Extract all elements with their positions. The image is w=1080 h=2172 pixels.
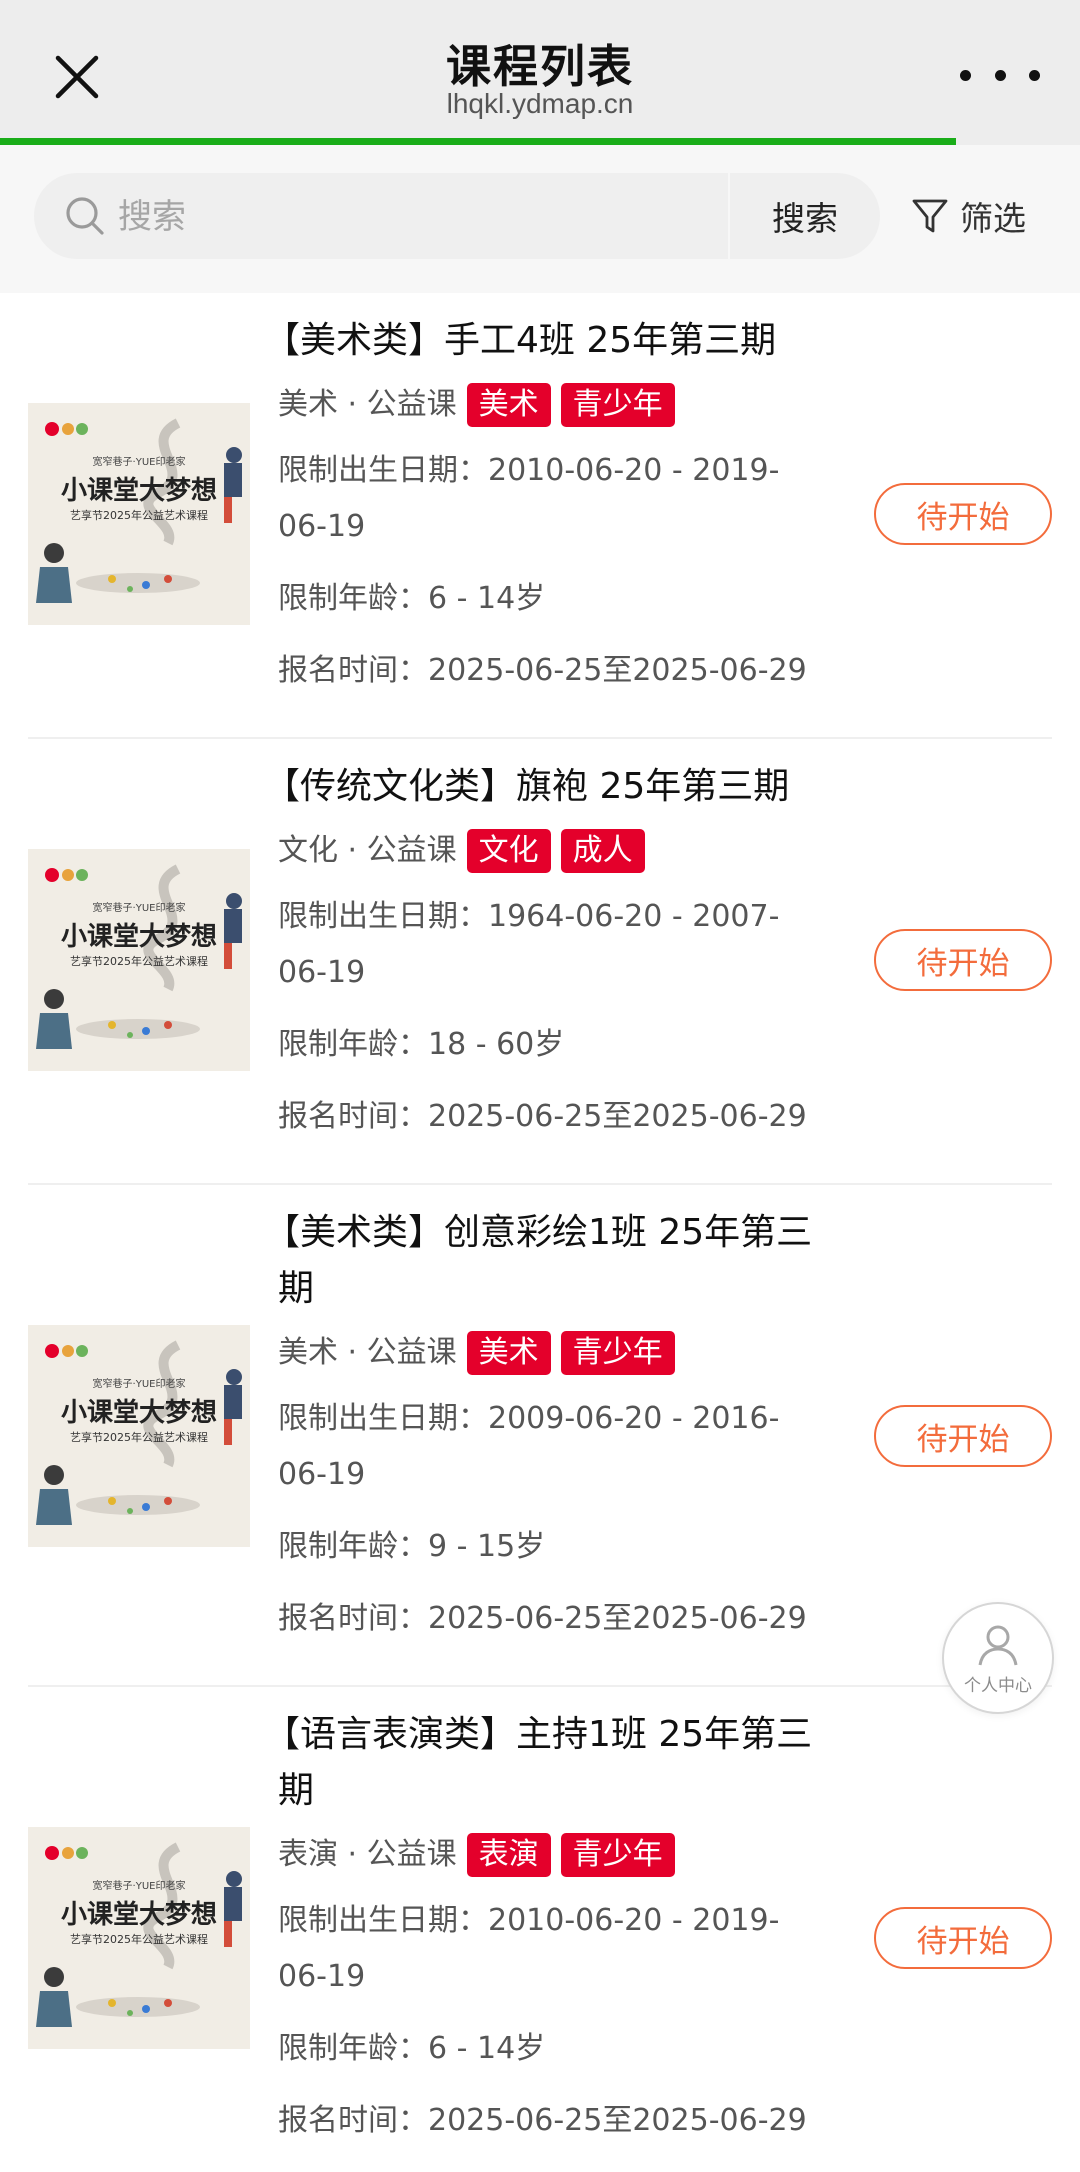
course-card[interactable]: 宽窄巷子·YUE印老家 小课堂大梦想 艺享节2025年公益艺术课程 【传统文化类… (28, 739, 1052, 1185)
poster-sub-text: 艺享节2025年公益艺术课程 (70, 508, 208, 522)
course-card[interactable]: 宽窄巷子·YUE印老家 小课堂大梦想 艺享节2025年公益艺术课程 【美术类】创… (28, 1185, 1052, 1687)
birth-date-limit-line: 06-19 (278, 509, 366, 544)
search-box: 搜索 (34, 173, 880, 259)
birth-date-limit-line: 限制出生日期：1964-06-20 - 2007- (278, 899, 780, 934)
course-category: 表演 · 公益课 (278, 1837, 457, 1872)
course-info: 【美术类】创意彩绘1班 25年第三 期 美术 · 公益课 美术 青少年 限制出生… (264, 1185, 878, 1683)
user-icon (978, 1625, 1018, 1665)
status-button[interactable]: 待开始 (874, 1907, 1052, 1969)
poster-sub-text: 艺享节2025年公益艺术课程 (70, 1430, 208, 1444)
course-card[interactable]: 宽窄巷子·YUE印老家 小课堂大梦想 艺享节2025年公益艺术课程 【语言表演类… (28, 1687, 1052, 2172)
personal-center-button[interactable]: 个人中心 (942, 1602, 1054, 1714)
birth-date-limit-line: 06-19 (278, 1959, 366, 1994)
poster-big-text: 小课堂大梦想 (61, 1900, 217, 1930)
birth-date-limit: 限制出生日期：1964-06-20 - 2007- 06-19 (278, 889, 878, 1001)
age-limit: 限制年龄：9 - 15岁 (278, 1529, 546, 1564)
top-navbar: 课程列表 lhqkl.ydmap.cn (0, 0, 1080, 138)
signup-time: 报名时间：2025-06-25至2025-06-29 (278, 653, 807, 688)
poster-image: 宽窄巷子·YUE印老家 小课堂大梦想 艺享节2025年公益艺术课程 (28, 849, 250, 1071)
course-title-line: 【美术类】创意彩绘1班 25年第三 (264, 1212, 813, 1253)
poster-small-text: 宽窄巷子·YUE印老家 (93, 1377, 186, 1390)
birth-date-limit-line: 06-19 (278, 1457, 366, 1492)
poster-sub-text: 艺享节2025年公益艺术课程 (70, 1932, 208, 1946)
course-category: 美术 · 公益课 (278, 1335, 457, 1370)
more-dots-icon (994, 69, 1006, 81)
course-info: 【语言表演类】主持1班 25年第三 期 表演 · 公益课 表演 青少年 限制出生… (264, 1687, 878, 2172)
signup-time: 报名时间：2025-06-25至2025-06-29 (278, 2103, 807, 2138)
search-button[interactable]: 搜索 (728, 173, 880, 259)
course-title: 【美术类】手工4班 25年第三期 (264, 320, 777, 361)
filter-label: 筛选 (960, 199, 1026, 238)
poster-image: 宽窄巷子·YUE印老家 小课堂大梦想 艺享节2025年公益艺术课程 (28, 403, 250, 625)
course-tag: 美术 (466, 383, 551, 427)
course-meta: 美术 · 公益课 美术 青少年 (278, 1329, 878, 1377)
course-title: 【美术类】创意彩绘1班 25年第三 期 (264, 1205, 878, 1317)
course-title: 【传统文化类】旗袍 25年第三期 (264, 766, 790, 807)
birth-date-limit-line: 06-19 (278, 955, 366, 990)
page-url: lhqkl.ydmap.cn (446, 88, 634, 119)
course-tag: 青少年 (560, 383, 675, 427)
poster-big-text: 小课堂大梦想 (61, 1398, 217, 1428)
course-title: 【语言表演类】主持1班 25年第三 期 (264, 1707, 878, 1819)
course-meta: 表演 · 公益课 表演 青少年 (278, 1831, 878, 1879)
status-button[interactable]: 待开始 (874, 483, 1052, 545)
course-tag: 文化 (466, 829, 551, 873)
course-category: 文化 · 公益课 (278, 833, 457, 868)
birth-date-limit-line: 限制出生日期：2009-06-20 - 2016- (278, 1401, 780, 1436)
course-meta: 美术 · 公益课 美术 青少年 (278, 381, 878, 429)
status-button[interactable]: 待开始 (874, 1405, 1052, 1467)
course-meta: 文化 · 公益课 文化 成人 (278, 827, 878, 875)
birth-date-limit: 限制出生日期：2010-06-20 - 2019- 06-19 (278, 1893, 878, 2005)
more-button[interactable] (960, 50, 1040, 100)
poster-image: 宽窄巷子·YUE印老家 小课堂大梦想 艺享节2025年公益艺术课程 (28, 1827, 250, 2049)
course-tag: 青少年 (560, 1833, 675, 1877)
course-card[interactable]: 宽窄巷子·YUE印老家 小课堂大梦想 艺享节2025年公益艺术课程 【美术类】手… (28, 293, 1052, 739)
course-thumbnail: 宽窄巷子·YUE印老家 小课堂大梦想 艺享节2025年公益艺术课程 (28, 1827, 250, 2049)
course-tag: 美术 (466, 1331, 551, 1375)
course-info: 【美术类】手工4班 25年第三期 美术 · 公益课 美术 青少年 限制出生日期：… (264, 293, 878, 735)
age-limit: 限制年龄：6 - 14岁 (278, 581, 546, 616)
course-category: 美术 · 公益课 (278, 387, 457, 422)
poster-small-text: 宽窄巷子·YUE印老家 (93, 901, 186, 914)
birth-date-limit-line: 限制出生日期：2010-06-20 - 2019- (278, 1903, 780, 1938)
course-thumbnail: 宽窄巷子·YUE印老家 小课堂大梦想 艺享节2025年公益艺术课程 (28, 1325, 250, 1547)
birth-date-limit: 限制出生日期：2009-06-20 - 2016- 06-19 (278, 1391, 878, 1503)
course-thumbnail: 宽窄巷子·YUE印老家 小课堂大梦想 艺享节2025年公益艺术课程 (28, 849, 250, 1071)
filter-funnel-icon (912, 199, 948, 233)
course-tag: 成人 (560, 829, 645, 873)
search-icon (66, 197, 104, 235)
age-limit: 限制年龄：18 - 60岁 (278, 1027, 565, 1062)
signup-time: 报名时间：2025-06-25至2025-06-29 (278, 1601, 807, 1636)
poster-big-text: 小课堂大梦想 (61, 476, 217, 506)
poster-small-text: 宽窄巷子·YUE印老家 (93, 1879, 186, 1892)
poster-image: 宽窄巷子·YUE印老家 小课堂大梦想 艺享节2025年公益艺术课程 (28, 1325, 250, 1547)
more-dots-icon (960, 69, 971, 81)
age-limit: 限制年龄：6 - 14岁 (278, 2031, 546, 2066)
poster-small-text: 宽窄巷子·YUE印老家 (93, 455, 186, 468)
birth-date-limit-line: 限制出生日期：2010-06-20 - 2019- (278, 453, 780, 488)
course-list-page: 课程列表 lhqkl.ydmap.cn 搜索 筛选 (0, 0, 1080, 2172)
more-dots-icon (1029, 69, 1040, 81)
search-input[interactable] (116, 187, 720, 247)
page-load-progress (0, 138, 1080, 145)
personal-center-label: 个人中心 (964, 1675, 1032, 1696)
course-tag: 表演 (466, 1833, 551, 1877)
page-title: 课程列表 (445, 40, 634, 93)
signup-time: 报名时间：2025-06-25至2025-06-29 (278, 1099, 807, 1134)
birth-date-limit: 限制出生日期：2010-06-20 - 2019- 06-19 (278, 443, 878, 555)
course-title-line: 【语言表演类】主持1班 25年第三 (264, 1714, 813, 1755)
search-bar: 搜索 筛选 (0, 145, 1080, 293)
page-load-progress-fill (0, 138, 956, 145)
poster-sub-text: 艺享节2025年公益艺术课程 (70, 954, 208, 968)
course-tag: 青少年 (560, 1331, 675, 1375)
status-button[interactable]: 待开始 (874, 929, 1052, 991)
course-info: 【传统文化类】旗袍 25年第三期 文化 · 公益课 文化 成人 限制出生日期：1… (264, 739, 878, 1181)
course-thumbnail: 宽窄巷子·YUE印老家 小课堂大梦想 艺享节2025年公益艺术课程 (28, 403, 250, 625)
course-title-line: 期 (278, 1268, 315, 1309)
filter-button[interactable]: 筛选 (910, 173, 1060, 259)
course-list: 宽窄巷子·YUE印老家 小课堂大梦想 艺享节2025年公益艺术课程 【美术类】手… (0, 293, 1080, 2172)
course-title-line: 期 (278, 1770, 315, 1811)
poster-big-text: 小课堂大梦想 (61, 922, 217, 952)
